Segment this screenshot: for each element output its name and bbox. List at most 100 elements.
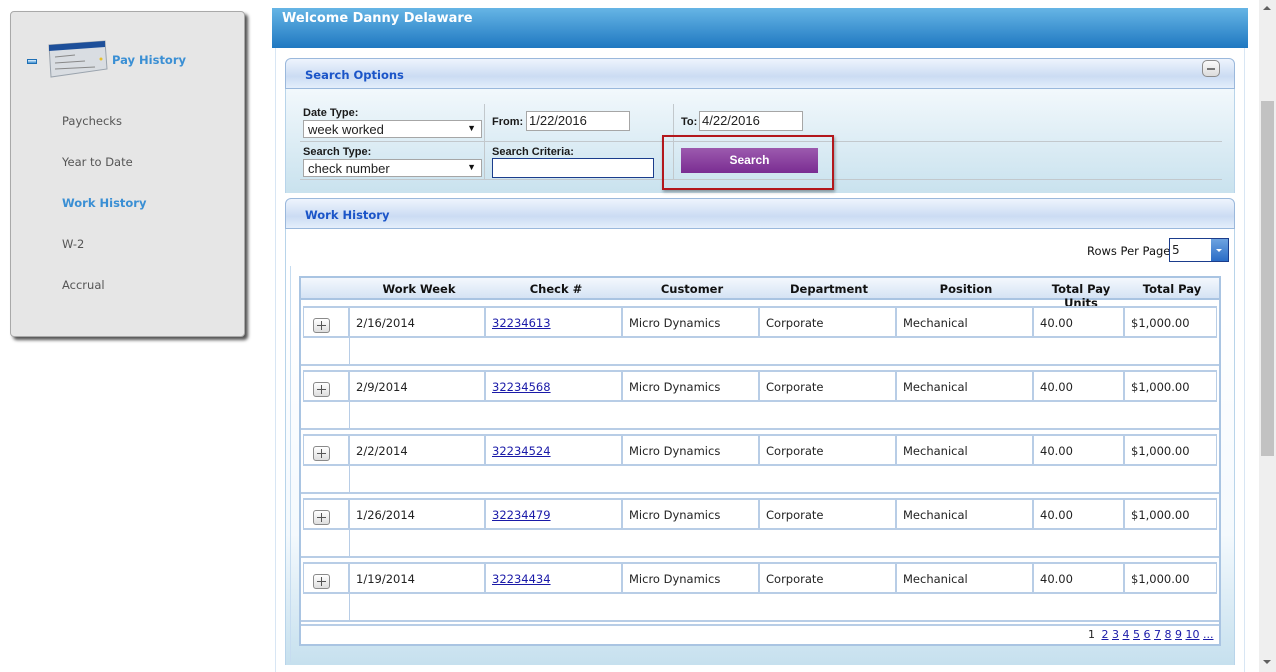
pager-link[interactable]: 8 [1165,628,1172,641]
rows-per-page-value: 5 [1172,243,1180,257]
date-type-label: Date Type: [303,107,359,119]
check-number-link[interactable]: 32234568 [492,380,551,394]
cell-customer: Micro Dynamics [622,306,759,336]
column-header-position[interactable]: Position [899,282,1033,296]
pager-link[interactable]: 4 [1123,628,1130,641]
pager-link[interactable]: 5 [1133,628,1140,641]
cell-total-pay-units-text: 40.00 [1040,444,1073,458]
sidebar-title-pay-history[interactable]: Pay History [112,53,186,67]
scroll-up-arrow-icon[interactable] [1263,6,1271,10]
row-divider [303,464,349,466]
scrollbar-thumb[interactable] [1261,101,1274,456]
column-header-work-week[interactable]: Work Week [359,282,479,296]
column-header-department[interactable]: Department [761,282,897,296]
rows-per-page-label: Rows Per Page [1087,244,1171,258]
cell-work-week: 2/16/2014 [349,306,485,336]
cell-total-pay-text: $1,000.00 [1131,572,1190,586]
cell-department-text: Corporate [766,380,824,394]
cell-total-pay-units-text: 40.00 [1040,316,1073,330]
expand-plus-icon[interactable] [313,446,330,461]
cell-total-pay-units: 40.00 [1033,370,1124,400]
cell-customer: Micro Dynamics [622,498,759,528]
sidebar-item-paychecks[interactable]: Paychecks [62,114,122,128]
sidebar-item-accrual[interactable]: Accrual [62,278,105,292]
cell-customer-text: Micro Dynamics [629,380,721,394]
pager-link[interactable]: 7 [1154,628,1161,641]
search-type-value: check number [308,161,390,176]
cell-expand [303,434,349,464]
cell-check-number: 32234434 [485,562,622,592]
row-detail-area [349,528,1217,556]
sidebar-item-w2[interactable]: W-2 [62,237,84,251]
cell-customer-text: Micro Dynamics [629,444,721,458]
table-row: 1/19/2014 32234434 Micro Dynamics Corporate… [301,558,1219,622]
pager-link[interactable]: 10 [1186,628,1200,641]
vertical-scrollbar[interactable] [1259,0,1276,672]
cell-total-pay-text: $1,000.00 [1131,316,1190,330]
cell-total-pay-units-text: 40.00 [1040,380,1073,394]
to-date-input[interactable]: 4/22/2016 [699,111,803,131]
pager-link[interactable]: 3 [1112,628,1119,641]
table-row: 2/9/2014 32234568 Micro Dynamics Corporate M… [301,366,1219,430]
cell-work-week-text: 2/2/2014 [356,444,408,458]
cell-total-pay-units: 40.00 [1033,562,1124,592]
check-number-link[interactable]: 32234434 [492,572,551,586]
cell-position-text: Mechanical [903,444,968,458]
grid-footer-divider [301,624,1219,626]
row-detail-area [349,336,1217,364]
chevron-down-icon[interactable] [1211,239,1228,261]
cell-total-pay-units: 40.00 [1033,498,1124,528]
sidebar-item-work-history[interactable]: Work History [62,196,146,210]
cell-position: Mechanical [896,306,1033,336]
pager-link[interactable]: ... [1203,628,1214,641]
cell-work-week: 1/26/2014 [349,498,485,528]
work-history-header: Work History [285,198,1235,229]
expand-plus-icon[interactable] [313,318,330,333]
sidebar-item-year-to-date[interactable]: Year to Date [62,155,133,169]
minus-icon[interactable] [1202,60,1220,77]
search-type-select[interactable]: check number ▼ [303,159,482,177]
cell-department: Corporate [759,370,896,400]
pager-link[interactable]: 6 [1144,628,1151,641]
column-header-customer[interactable]: Customer [625,282,759,296]
cell-customer-text: Micro Dynamics [629,316,721,330]
column-header-total-pay[interactable]: Total Pay [1127,282,1217,296]
pager-link[interactable]: 2 [1102,628,1109,641]
from-date-input[interactable]: 1/22/2016 [526,111,630,131]
main-border-right [1244,47,1245,672]
sidebar: Pay History Paychecks Year to Date Work … [10,11,245,337]
dropdown-arrow-icon: ▼ [467,123,476,133]
cell-department-text: Corporate [766,572,824,586]
collapse-indicator-icon[interactable] [27,59,37,64]
cell-customer: Micro Dynamics [622,370,759,400]
table-row: 1/26/2014 32234479 Micro Dynamics Corporate… [301,494,1219,558]
check-number-link[interactable]: 32234479 [492,508,551,522]
cell-check-number: 32234524 [485,434,622,464]
cell-position-text: Mechanical [903,316,968,330]
to-label: To: [681,116,698,128]
cell-position: Mechanical [896,434,1033,464]
cell-work-week: 2/9/2014 [349,370,485,400]
pager-current-page: 1 [1088,628,1095,641]
expand-plus-icon[interactable] [313,574,330,589]
scroll-down-arrow-icon[interactable] [1263,660,1271,664]
cell-total-pay: $1,000.00 [1124,306,1217,336]
cell-total-pay-text: $1,000.00 [1131,508,1190,522]
search-criteria-input[interactable] [492,158,654,178]
check-number-link[interactable]: 32234613 [492,316,551,330]
date-type-select[interactable]: week worked ▼ [303,120,482,138]
expand-plus-icon[interactable] [313,382,330,397]
from-label: From: [492,116,524,128]
cell-total-pay-units: 40.00 [1033,306,1124,336]
cell-total-pay: $1,000.00 [1124,434,1217,464]
rows-per-page-select[interactable]: 5 [1169,238,1229,262]
search-button[interactable]: Search [681,148,818,173]
search-options-title: Search Options [305,68,404,82]
column-header-check[interactable]: Check # [489,282,623,296]
cell-check-number: 32234568 [485,370,622,400]
expand-plus-icon[interactable] [313,510,330,525]
cell-expand [303,370,349,400]
check-number-link[interactable]: 32234524 [492,444,551,458]
row-detail-area [349,592,1217,620]
pager-link[interactable]: 9 [1175,628,1182,641]
